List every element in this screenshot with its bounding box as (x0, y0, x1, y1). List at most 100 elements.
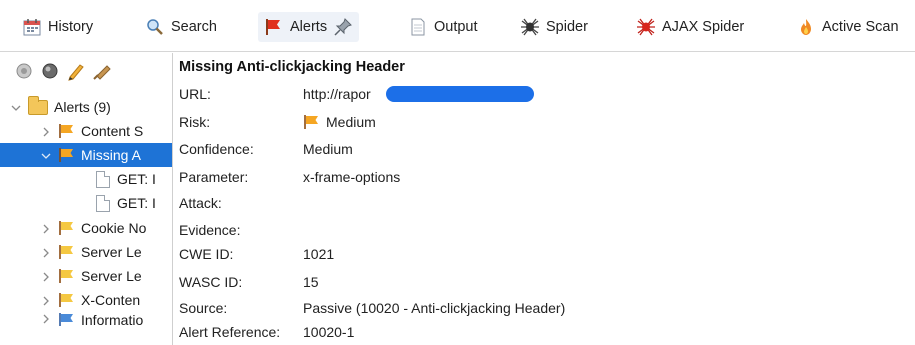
red-spider-icon (636, 17, 656, 37)
field-value: Medium (303, 114, 376, 130)
pin-icon[interactable] (333, 17, 353, 37)
tree-item-alert[interactable]: X-Conten (40, 288, 172, 312)
chevron-right-icon[interactable] (40, 294, 52, 306)
tree-root-alerts[interactable]: Alerts (9) (10, 95, 172, 119)
detail-row-parameter: Parameter: x-frame-options (179, 166, 400, 188)
page-icon (96, 170, 110, 188)
flag-icon (303, 114, 321, 130)
tab-label: Output (434, 19, 478, 35)
field-value: 10020-1 (303, 324, 355, 340)
chevron-right-icon[interactable] (40, 125, 52, 137)
tree-item-label: Cookie No (81, 220, 147, 236)
tab-bar: History Search Alerts Output Spider AJAX… (0, 0, 915, 52)
alert-title: Missing Anti-clickjacking Header (179, 59, 405, 75)
field-value: x-frame-options (303, 169, 401, 185)
tree-item-alert[interactable]: Server Le (40, 264, 172, 288)
tab-label: Search (171, 19, 217, 35)
flag-icon (58, 147, 76, 163)
chevron-down-icon[interactable] (10, 101, 22, 113)
tree-item-label: GET: I (117, 195, 156, 211)
detail-row-evidence: Evidence: (179, 219, 303, 241)
field-value: Medium (303, 141, 353, 157)
url-value: http://rapor (303, 86, 371, 102)
info-flag-icon (58, 312, 76, 326)
tree-item-label: Content S (81, 123, 144, 139)
alerts-tree-panel: Alerts (9) Content S Missing A GET: I GE… (0, 53, 172, 345)
alert-detail-tooltip: Missing Anti-clickjacking Header URL: ht… (172, 53, 915, 345)
tree-item-alert[interactable]: Informatio (40, 312, 172, 326)
flag-icon (58, 220, 76, 236)
detail-row-url: URL: http://rapor (179, 83, 534, 105)
broom-icon[interactable] (92, 61, 112, 81)
tree-item-label: Server Le (81, 244, 142, 260)
flag-icon (58, 268, 76, 284)
folder-icon (28, 95, 48, 115)
chevron-down-icon[interactable] (40, 149, 52, 161)
tab-output[interactable]: Output (408, 12, 478, 42)
field-label: Evidence: (179, 222, 241, 238)
tab-ajax-spider[interactable]: AJAX Spider (636, 12, 744, 42)
alerts-toolbar (14, 61, 112, 81)
field-label: CWE ID: (179, 246, 234, 262)
gray-circle-icon[interactable] (14, 61, 34, 81)
tree-item-label: Missing A (81, 147, 141, 163)
risk-value: Medium (326, 114, 376, 130)
tree-item-label: Informatio (81, 312, 144, 326)
page-icon (96, 194, 110, 212)
spider-icon (520, 17, 540, 37)
field-label: Confidence: (179, 141, 254, 157)
tree-item-request[interactable]: GET: I (96, 167, 172, 191)
document-icon (408, 17, 428, 37)
tree-item-request[interactable]: GET: I (96, 191, 172, 215)
dark-circle-icon[interactable] (40, 61, 60, 81)
field-value: 1021 (303, 246, 335, 262)
field-label: URL: (179, 86, 211, 102)
chevron-right-icon[interactable] (40, 270, 52, 282)
field-label: Source: (179, 300, 228, 316)
tab-alerts[interactable]: Alerts (258, 12, 360, 42)
detail-row-cwe-id: CWE ID: 1021 (179, 243, 334, 265)
field-label: Alert Reference: (179, 324, 281, 340)
flag-icon (58, 244, 76, 260)
redaction-mark (385, 86, 534, 102)
field-label: Attack: (179, 195, 222, 211)
tab-spider[interactable]: Spider (520, 12, 588, 42)
flag-icon (58, 292, 76, 308)
tree-item-label: Server Le (81, 268, 142, 284)
detail-row-confidence: Confidence: Medium (179, 138, 353, 160)
field-label: WASC ID: (179, 274, 243, 290)
field-value: Passive (10020 - Anti-clickjacking Heade… (303, 300, 566, 316)
flag-icon (58, 123, 76, 139)
tab-active-scan[interactable]: Active Scan (796, 12, 899, 42)
tree-item-alert[interactable]: Server Le (40, 240, 172, 264)
calendar-icon (22, 17, 42, 37)
tree-item-alert[interactable]: Content S (40, 119, 172, 143)
detail-row-attack: Attack: (179, 192, 303, 214)
tree-item-alert-selected[interactable]: Missing A (0, 143, 172, 167)
tree-root-label: Alerts (9) (54, 99, 111, 115)
flag-icon (264, 17, 284, 37)
tab-label: Active Scan (822, 19, 899, 35)
chevron-right-icon[interactable] (40, 246, 52, 258)
detail-row-wasc-id: WASC ID: 15 (179, 271, 319, 293)
field-label: Risk: (179, 114, 211, 130)
pencil-icon[interactable] (66, 61, 86, 81)
tab-label: Spider (546, 19, 588, 35)
magnifier-icon (145, 17, 165, 37)
chevron-right-icon[interactable] (40, 222, 52, 234)
flame-icon (796, 17, 816, 37)
detail-row-risk: Risk: Medium (179, 111, 376, 133)
tree-item-alert[interactable]: Cookie No (40, 216, 172, 240)
detail-row-source: Source: Passive (10020 - Anti-clickjacki… (179, 297, 565, 319)
field-value: 15 (303, 274, 319, 290)
tab-search[interactable]: Search (145, 12, 217, 42)
field-value: http://rapor (303, 86, 534, 102)
tab-label: History (48, 19, 94, 35)
field-label: Parameter: (179, 169, 249, 185)
tab-history[interactable]: History (22, 12, 93, 42)
tree-item-label: GET: I (117, 171, 156, 187)
tab-label: Alerts (290, 19, 328, 35)
chevron-right-icon[interactable] (40, 312, 52, 324)
tree-item-label: X-Conten (81, 292, 141, 308)
detail-row-alert-reference: Alert Reference: 10020-1 (179, 321, 354, 343)
